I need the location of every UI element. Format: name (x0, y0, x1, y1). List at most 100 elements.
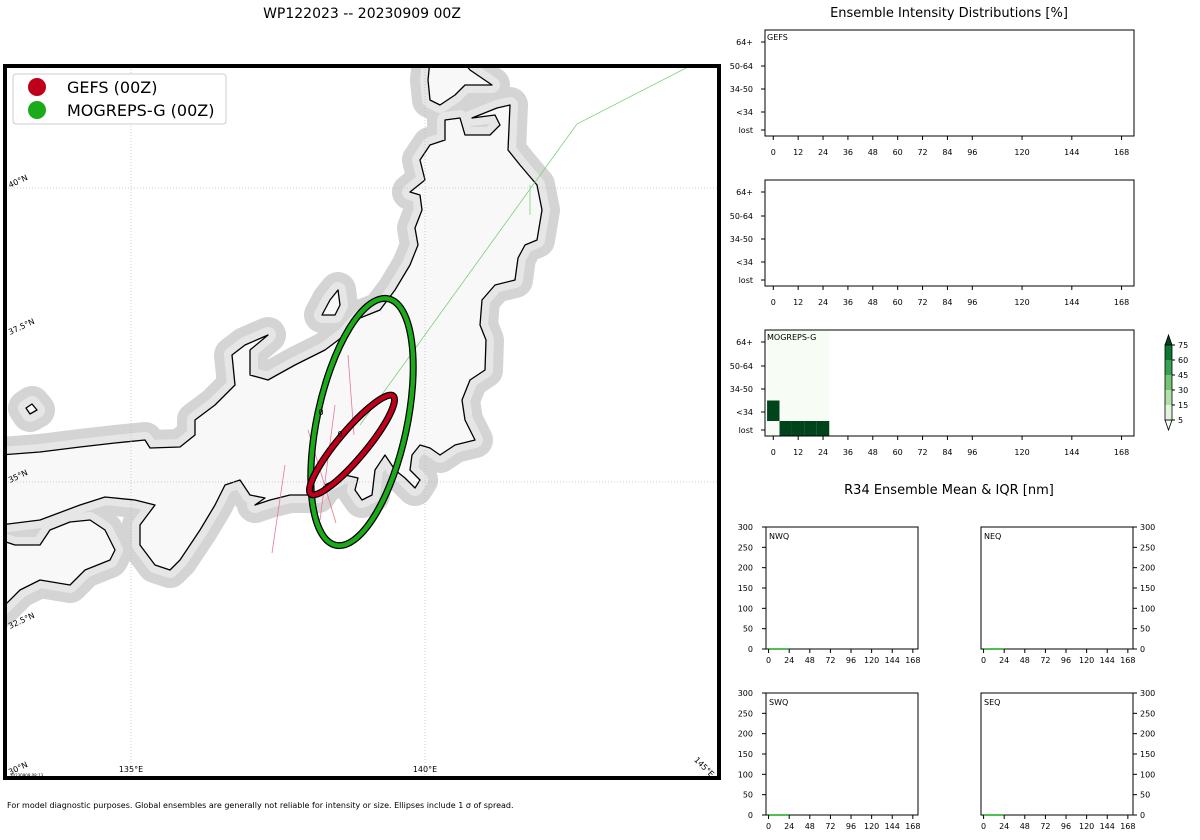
x-tick-label: 144 (885, 822, 900, 831)
x-tick-label: 48 (1020, 822, 1030, 831)
svg-text:145°E: 145°E (692, 755, 716, 779)
x-tick-label: 36 (843, 448, 853, 457)
x-tick-label: 96 (846, 656, 856, 665)
heatmap-cell (767, 354, 780, 378)
y-tick-label: 150 (1140, 750, 1155, 759)
colorbar-tick-label: 60 (1178, 356, 1188, 365)
x-tick-label: 72 (825, 656, 835, 665)
r34-panel-seq: SEQ 0 24 48 72 96 120 144 168 0 50 100 150 200 250 300 (980, 689, 1155, 831)
y-tick-label: 250 (738, 543, 753, 552)
y-tick-label: 200 (738, 730, 753, 739)
colorbar-extend-min (1164, 419, 1173, 432)
y-tick-label: 100 (1140, 770, 1155, 779)
heatmap-cell (804, 421, 817, 436)
heatmap-cell (791, 421, 805, 436)
y-tick-label: 64+ (736, 38, 753, 47)
panel-label: SEQ (984, 698, 1000, 707)
heatmap-cell (779, 377, 792, 401)
heatmap-cell (804, 400, 817, 421)
y-tick-label: 100 (738, 604, 753, 613)
heatmap-cell (816, 377, 830, 401)
x-tick-label: 96 (967, 148, 977, 157)
x-tick-label: 0 (771, 448, 776, 457)
intensity-panel: 64+ 50-64 34-50 <34 lost 0 12 24 36 48 60 72 84 96 120… (730, 179, 1135, 307)
map-legend: GEFS (00Z) MOGREPS-G (00Z) (12, 73, 227, 125)
x-tick-label: 48 (868, 448, 878, 457)
x-tick-label: 60 (893, 448, 903, 457)
x-tick-label: 120 (1014, 448, 1029, 457)
y-tick-label: 50 (743, 625, 753, 634)
heatmap-cell (767, 377, 780, 401)
panel-frame (765, 526, 919, 650)
y-tick-label: 150 (1140, 584, 1155, 593)
y-tick-label: 50-64 (730, 62, 753, 71)
y-tick-label: 50 (1140, 625, 1150, 634)
x-tick-label: 144 (1064, 448, 1079, 457)
colorbar-tick-label: 45 (1178, 371, 1188, 380)
x-tick-label: 120 (864, 822, 879, 831)
x-tick-label: 0 (771, 148, 776, 157)
x-tick-label: 168 (1114, 298, 1129, 307)
x-tick-label: 144 (885, 656, 900, 665)
y-tick-label: <34 (736, 258, 753, 267)
colorbar-tick-label: 75 (1178, 341, 1188, 350)
figure: WP122023 -- 20230909 00Z 0 0 GEFS (00Z) … (3, 6, 1188, 831)
x-tick-label: 120 (1079, 656, 1094, 665)
y-tick-label: 34-50 (730, 385, 753, 394)
y-tick-label: <34 (736, 408, 753, 417)
lon-labels: 135°E 140°E 145°E (119, 755, 716, 779)
x-tick-label: 72 (1040, 656, 1050, 665)
y-tick-label: <34 (736, 108, 753, 117)
x-tick-label: 120 (1014, 298, 1029, 307)
heatmap-cell (816, 421, 830, 436)
heatmap-cell (779, 400, 792, 421)
heatmap-cell (767, 400, 780, 421)
timestamp: 20230909 08:13 (10, 773, 44, 778)
y-tick-label: 0 (1140, 645, 1145, 654)
x-tick-label: 144 (1064, 298, 1079, 307)
r34-panel-neq: NEQ 0 24 48 72 96 120 144 168 0 50 100 150 200 250 300 (980, 523, 1155, 665)
svg-text:37.5°N: 37.5°N (7, 317, 36, 337)
colorbar-tick-label: 15 (1178, 401, 1188, 410)
heatmap-cell (767, 421, 780, 436)
x-tick-label: 12 (793, 448, 803, 457)
x-tick-label: 168 (1114, 148, 1129, 157)
panel-label: NEQ (984, 532, 1001, 541)
x-tick-label: 96 (1061, 822, 1071, 831)
y-tick-label: 300 (738, 523, 753, 532)
x-tick-label: 24 (818, 298, 828, 307)
y-tick-label: 200 (1140, 730, 1155, 739)
map-area: 0 0 (5, 66, 719, 778)
panel-frame (980, 692, 1134, 816)
x-tick-label: 0 (766, 656, 771, 665)
x-tick-label: 144 (1100, 822, 1115, 831)
y-tick-label: 200 (738, 564, 753, 573)
colorbar-segment (1165, 405, 1172, 420)
x-tick-label: 84 (942, 148, 952, 157)
y-tick-label: 250 (1140, 543, 1155, 552)
heatmap-cell (791, 377, 805, 401)
ellipse-label-gefs: 0 (337, 430, 342, 439)
x-tick-label: 48 (805, 822, 815, 831)
intensity-panels: GEFS 64+ 50-64 34-50 <34 lost 0 12 24 36 48 60 72 84 9… (730, 29, 1135, 457)
r34-title: R34 Ensemble Mean & IQR [nm] (844, 483, 1054, 498)
svg-text:135°E: 135°E (119, 765, 143, 774)
y-tick-label: 300 (738, 689, 753, 698)
y-tick-label: 300 (1140, 523, 1155, 532)
colorbar-extend-max (1164, 333, 1173, 346)
y-tick-label: 50-64 (730, 362, 753, 371)
heatmap-cell (804, 354, 817, 378)
x-tick-label: 48 (805, 656, 815, 665)
x-tick-label: 168 (905, 822, 920, 831)
x-tick-label: 24 (999, 656, 1009, 665)
x-tick-label: 48 (1020, 656, 1030, 665)
r34-panel-swq: SWQ 0 24 48 72 96 120 144 168 0 50 100 150 200 250 300 (738, 689, 921, 831)
r34-panel-nwq: NWQ 0 24 48 72 96 120 144 168 0 50 100 150 200 250 300 (738, 523, 921, 665)
x-tick-label: 168 (1120, 822, 1135, 831)
y-tick-label: 0 (1140, 811, 1145, 820)
panel-label: GEFS (767, 33, 788, 42)
heatmap-cell (779, 354, 792, 378)
y-tick-label: 0 (748, 645, 753, 654)
x-tick-label: 24 (784, 656, 794, 665)
heatmap-cell (816, 400, 830, 421)
